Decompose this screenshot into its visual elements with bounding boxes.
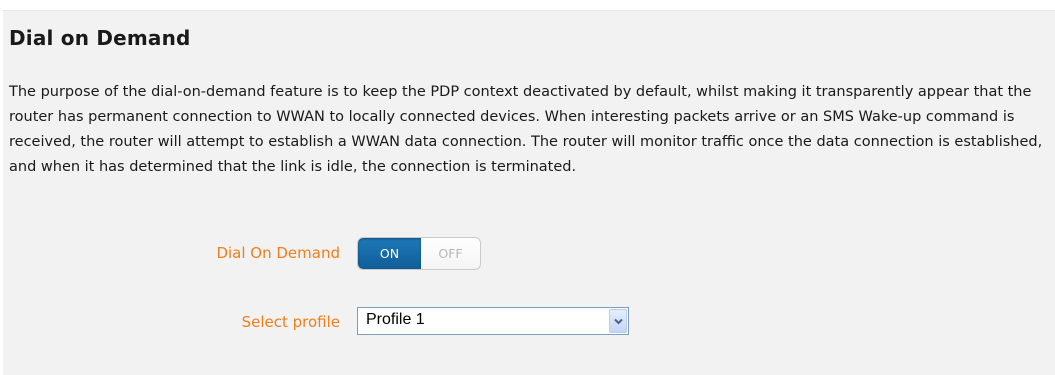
dial-on-demand-toggle[interactable]: ON OFF	[357, 237, 481, 270]
chevron-down-icon	[614, 318, 623, 325]
profile-select[interactable]: Profile 1	[357, 307, 629, 335]
dial-on-demand-label: Dial On Demand	[216, 244, 340, 262]
section-title: Dial on Demand	[9, 26, 191, 50]
toggle-off-option[interactable]: OFF	[421, 238, 480, 269]
select-profile-label: Select profile	[241, 313, 340, 331]
toggle-on-option[interactable]: ON	[358, 238, 421, 269]
dropdown-button[interactable]	[609, 309, 627, 333]
section-description: The purpose of the dial-on-demand featur…	[9, 84, 1043, 175]
profile-select-value: Profile 1	[366, 311, 425, 328]
